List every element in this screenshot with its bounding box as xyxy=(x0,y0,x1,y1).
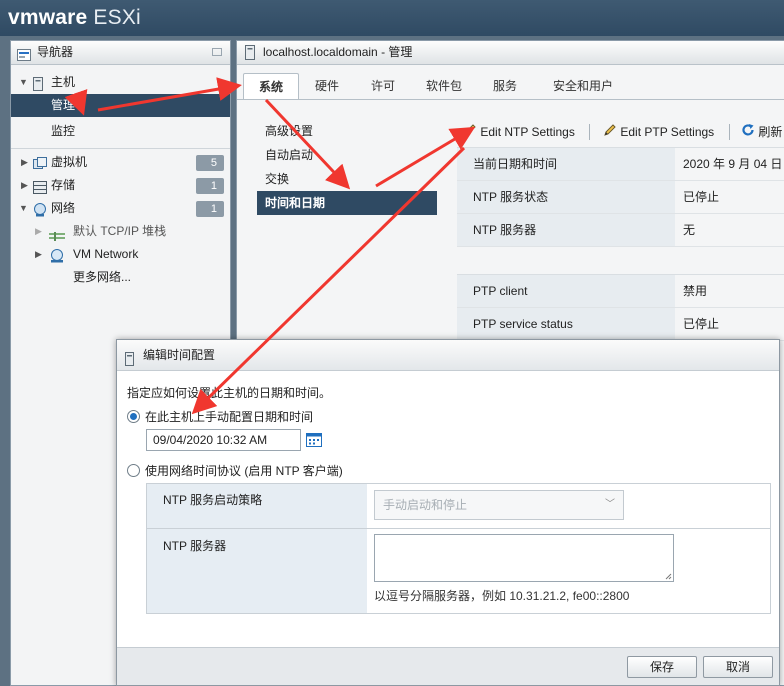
ntp-policy-select[interactable]: 手动启动和停止 ﹀ xyxy=(374,490,624,520)
tab-underline xyxy=(237,99,784,100)
dialog-description: 指定应如何设置此主机的日期和时间。 xyxy=(127,386,332,400)
chevron-down-icon: ﹀ xyxy=(605,499,615,510)
system-subnav: 高级设置 自动启动 交换 时间和日期 xyxy=(257,119,437,215)
table-row: PTP client 禁用 xyxy=(457,275,784,308)
tree-item-vm-network[interactable]: ▶ VM Network xyxy=(11,243,230,266)
tree-item-host[interactable]: ▼ 主机 xyxy=(11,71,230,94)
pencil-icon xyxy=(463,122,477,144)
collapse-icon[interactable]: ▼ xyxy=(19,197,28,220)
ptp-info-table: PTP client 禁用 PTP service status 已停止 xyxy=(457,274,784,341)
tab-security-users[interactable]: 安全和用户 xyxy=(543,73,623,99)
navigator-title: 导航器 xyxy=(37,45,74,59)
tab-hardware[interactable]: 硬件 xyxy=(307,73,347,99)
table-row: NTP 服务器 以逗号分隔服务器，例如 10.31.21.2, fe00::28… xyxy=(147,529,770,613)
edit-ptp-settings-button[interactable]: Edit PTP Settings xyxy=(603,121,714,144)
table-row: 当前日期和时间 2020 年 9 月 04 日 xyxy=(457,148,784,181)
table-row: NTP 服务状态 已停止 xyxy=(457,181,784,214)
dialog-footer: 保存 取消 xyxy=(117,647,779,685)
refresh-button[interactable]: 刷新 xyxy=(741,121,782,144)
collapse-icon[interactable]: ▼ xyxy=(19,71,28,94)
ntp-servers-label: NTP 服务器 xyxy=(147,529,367,613)
tree-item-vms[interactable]: ▶ 虚拟机 5 xyxy=(11,151,230,174)
toolbar-separator xyxy=(589,124,590,140)
vm-count-badge: 5 xyxy=(196,155,224,171)
tree-item-more-networks[interactable]: 更多网络... xyxy=(11,266,230,289)
vmware-logo: vmware ESXi xyxy=(8,6,141,29)
tab-license[interactable]: 许可 xyxy=(363,73,403,99)
toolbar-separator xyxy=(729,124,730,140)
tab-services[interactable]: 服务 xyxy=(485,73,525,99)
tree-item-monitor[interactable]: 监控 xyxy=(11,120,230,143)
edit-time-config-dialog: 编辑时间配置 指定应如何设置此主机的日期和时间。 在此主机上手动配置日期和时间 … xyxy=(116,339,780,686)
expand-icon[interactable]: ▶ xyxy=(35,220,42,243)
dialog-title: 编辑时间配置 xyxy=(143,348,216,362)
brand-bar: vmware ESXi xyxy=(0,0,784,36)
host-icon xyxy=(125,347,134,377)
save-button[interactable]: 保存 xyxy=(627,656,697,678)
tree-item-storage[interactable]: ▶ 存储 1 xyxy=(11,174,230,197)
subnav-advanced-settings[interactable]: 高级设置 xyxy=(257,119,437,143)
navigator-icon xyxy=(17,46,31,69)
divider xyxy=(11,148,230,149)
dialog-titlebar: 编辑时间配置 xyxy=(117,340,779,371)
ntp-servers-textarea[interactable] xyxy=(374,534,674,582)
ntp-policy-label: NTP 服务启动策略 xyxy=(147,484,367,528)
cancel-button[interactable]: 取消 xyxy=(703,656,773,678)
pin-icon[interactable] xyxy=(212,48,222,56)
expand-icon[interactable]: ▶ xyxy=(35,243,42,266)
table-row: NTP 服务器 无 xyxy=(457,214,784,247)
storage-count-badge: 1 xyxy=(196,178,224,194)
datetime-input[interactable] xyxy=(146,429,301,451)
refresh-icon xyxy=(741,122,755,144)
tree-item-manage[interactable]: 管理 xyxy=(11,94,230,117)
tab-system[interactable]: 系统 xyxy=(243,73,299,99)
expand-icon[interactable]: ▶ xyxy=(21,174,28,197)
subnav-swap[interactable]: 交换 xyxy=(257,167,437,191)
subnav-autostart[interactable]: 自动启动 xyxy=(257,143,437,167)
table-row: NTP 服务启动策略 手动启动和停止 ﹀ xyxy=(147,484,770,529)
network-count-badge: 1 xyxy=(196,201,224,217)
navigator-header: 导航器 xyxy=(11,41,230,65)
edit-ntp-settings-button[interactable]: Edit NTP Settings xyxy=(463,121,575,144)
time-info-table: 当前日期和时间 2020 年 9 月 04 日 NTP 服务状态 已停止 NTP… xyxy=(457,147,784,247)
calendar-icon[interactable] xyxy=(306,433,322,450)
subnav-time-date[interactable]: 时间和日期 xyxy=(257,191,437,215)
manual-time-radio[interactable] xyxy=(127,410,140,423)
ntp-settings-table: NTP 服务启动策略 手动启动和停止 ﹀ NTP 服务器 以逗号分隔服务器，例如… xyxy=(146,483,771,614)
tab-packages[interactable]: 软件包 xyxy=(419,73,469,99)
main-header: localhost.localdomain - 管理 xyxy=(237,41,784,65)
resize-handle-icon[interactable] xyxy=(665,573,672,580)
pencil-icon xyxy=(603,122,617,144)
page-title: localhost.localdomain - 管理 xyxy=(263,45,413,59)
host-icon xyxy=(245,45,255,68)
ntp-servers-hint: 以逗号分隔服务器，例如 10.31.21.2, fe00::2800 xyxy=(374,589,630,603)
tree-item-tcpip-stack[interactable]: ▶ 默认 TCP/IP 堆栈 xyxy=(11,220,230,243)
tree-item-network[interactable]: ▼ 网络 1 xyxy=(11,197,230,220)
expand-icon[interactable]: ▶ xyxy=(21,151,28,174)
table-row: PTP service status 已停止 xyxy=(457,308,784,341)
ntp-time-radio[interactable] xyxy=(127,464,140,477)
